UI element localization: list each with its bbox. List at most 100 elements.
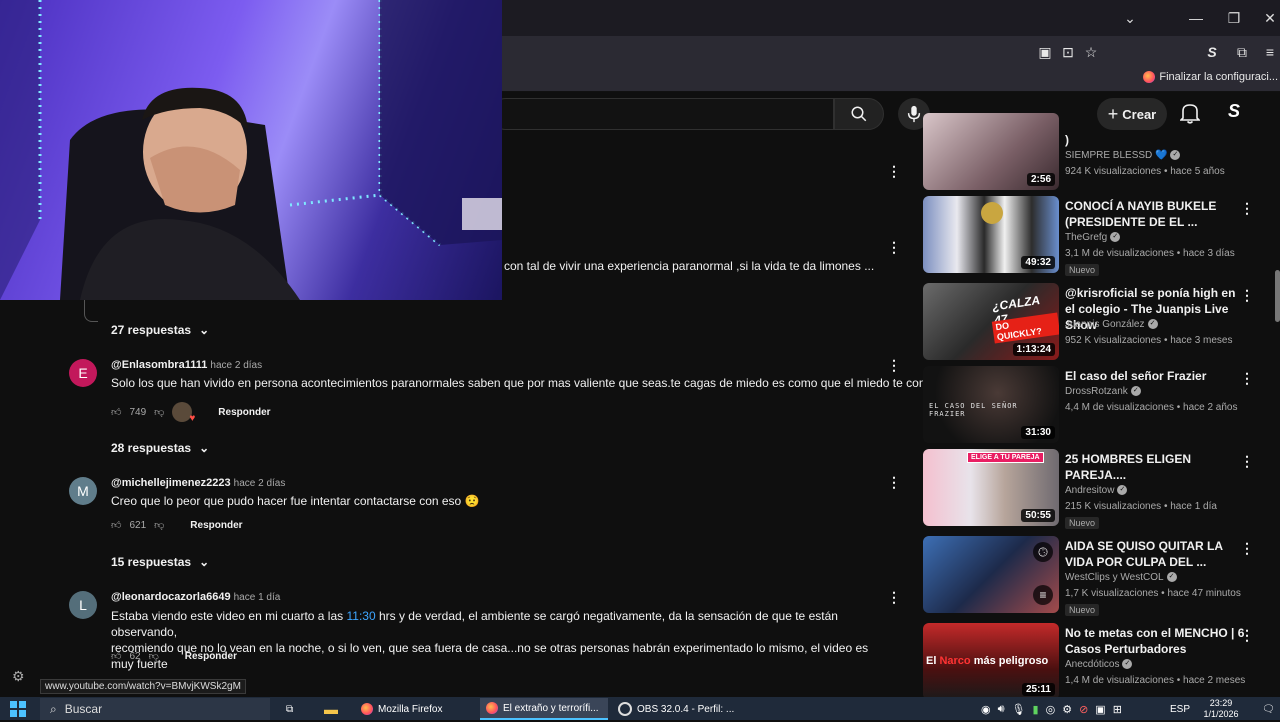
location-icon[interactable]: ◉ [981, 703, 991, 716]
like-icon[interactable]: 👍︎ [111, 519, 121, 531]
sidebar-video-3[interactable]: ¿CALZA 47, DO QUICKLY? 1:13:24 @krisrofi… [923, 283, 1263, 363]
comment-time[interactable]: hace 2 días [210, 360, 262, 371]
sidebar-video-7[interactable]: El Narco más peligroso 25:11 No te metas… [923, 623, 1263, 697]
video-title[interactable]: No te metas con el MENCHO | 6 Casos Pert… [1065, 625, 1245, 657]
comment-time[interactable]: hace 1 día [234, 592, 281, 603]
like-icon[interactable]: 👍︎ [111, 406, 121, 418]
video-title[interactable]: ) [1065, 132, 1245, 148]
video-title[interactable]: AIDA SE QUISO QUITAR LA VIDA POR CULPA D… [1065, 538, 1245, 570]
sidebar-video-5[interactable]: ELIGE A TU PAREJA 50:55 25 HOMBRES ELIGE… [923, 449, 1263, 529]
network-icon[interactable]: ⊞ [1113, 703, 1122, 716]
video-channel[interactable]: DrossRotzank ✓ [1065, 386, 1141, 397]
save-to-pocket-icon[interactable]: ⊡ [1058, 42, 1078, 62]
minimize-button[interactable]: — [1186, 8, 1206, 28]
video-menu-icon[interactable]: ⋮ [1239, 540, 1255, 556]
avatar[interactable]: E [69, 359, 97, 387]
video-title[interactable]: El caso del señor Frazier [1065, 368, 1245, 384]
video-channel[interactable]: Anecdóticos ✓ [1065, 659, 1133, 670]
tray-app-icon[interactable]: ▣ [1095, 703, 1105, 716]
video-channel[interactable]: WestClips y WestCOL ✓ [1065, 572, 1177, 583]
sidebar-video-6[interactable]: 🕓︎ ≡ AIDA SE QUISO QUITAR LA VIDA POR CU… [923, 536, 1263, 616]
video-thumbnail[interactable]: El Narco más peligroso 25:11 [923, 623, 1059, 697]
video-menu-icon[interactable]: ⋮ [1239, 287, 1255, 303]
comment-menu-icon[interactable]: ⋮ [886, 474, 902, 490]
channel-name[interactable]: WestClips y WestCOL [1065, 572, 1164, 583]
video-title[interactable]: CONOCÍ A NAYIB BUKELE (PRESIDENTE DE EL … [1065, 198, 1245, 230]
search-button[interactable] [834, 98, 884, 130]
extensions-puzzle-icon[interactable]: ⧉ [1232, 42, 1252, 62]
windows-start-icon[interactable] [10, 701, 26, 717]
author-name[interactable]: @leonardocazorla6649 [111, 591, 231, 603]
search-input[interactable] [490, 98, 834, 130]
replies-toggle-2[interactable]: 28 respuestas ⌄ [111, 441, 209, 455]
taskbar-obs[interactable]: OBS 32.0.4 - Perfil: ... [612, 698, 740, 720]
extension-s-icon[interactable]: S [1202, 42, 1222, 62]
video-thumbnail[interactable]: EL CASO DEL SEÑOR FRAZIER 31:30 [923, 366, 1059, 443]
channel-name[interactable]: Anecdóticos [1065, 659, 1119, 670]
volume-icon[interactable]: 🔊︎ [998, 703, 1005, 716]
file-explorer-icon[interactable]: ▬ [318, 698, 344, 720]
taskbar-clock[interactable]: 23:29 1/1/2026 [1198, 698, 1244, 720]
bookmark-finalizar[interactable]: Finalizar la configuraci... [1143, 71, 1278, 83]
dislike-icon[interactable]: 👎︎ [154, 406, 164, 418]
task-view-icon[interactable]: ⧉ [280, 698, 299, 720]
taskbar-youtube-tab[interactable]: El extraño y terrorífi... [480, 698, 608, 720]
menu-hamburger-icon[interactable]: ≡ [1260, 42, 1280, 62]
scrollbar-thumb[interactable] [1275, 270, 1280, 322]
comment-menu-icon[interactable]: ⋮ [886, 239, 902, 255]
sidebar-video-4[interactable]: EL CASO DEL SEÑOR FRAZIER 31:30 El caso … [923, 366, 1263, 446]
video-menu-icon[interactable]: ⋮ [1239, 627, 1255, 643]
channel-name[interactable]: Juanpis González [1065, 319, 1145, 330]
video-menu-icon[interactable]: ⋮ [1239, 200, 1255, 216]
channel-name[interactable]: DrossRotzank [1065, 386, 1128, 397]
tray-app-icon[interactable]: ⊘ [1079, 703, 1088, 716]
taskbar-firefox[interactable]: Mozilla Firefox [355, 698, 448, 720]
reply-button[interactable]: Responder [185, 651, 237, 662]
comment-author[interactable]: @Enlasombra1111 hace 2 días [111, 359, 262, 371]
video-thumbnail[interactable]: ELIGE A TU PAREJA 50:55 [923, 449, 1059, 526]
bookmark-star-icon[interactable]: ☆ [1081, 42, 1101, 62]
avatar[interactable]: L [69, 591, 97, 619]
reply-button[interactable]: Responder [190, 520, 242, 531]
microphone-tray-icon[interactable]: 🎙︎ [1012, 703, 1026, 716]
video-channel[interactable]: SIEMPRE BLESSD 💙 ✓ [1065, 150, 1181, 161]
picture-in-picture-icon[interactable]: ▣ [1035, 42, 1055, 62]
comment-author[interactable]: @michellejimenez2223 hace 2 días [111, 477, 285, 489]
taskbar-search[interactable]: ⌕ Buscar [40, 698, 270, 720]
replies-toggle-1[interactable]: 27 respuestas ⌄ [111, 323, 209, 337]
create-button[interactable]: + Crear [1097, 98, 1167, 130]
video-channel[interactable]: Andresitow ✓ [1065, 485, 1128, 496]
restore-button[interactable]: ❐ [1224, 8, 1244, 28]
video-thumbnail[interactable]: 2:56 [923, 113, 1059, 190]
settings-gear-icon[interactable]: ⚙ [12, 668, 25, 685]
nvidia-icon[interactable]: ▮ [1033, 703, 1039, 716]
dislike-icon[interactable]: 👎︎ [149, 650, 159, 662]
notifications-button[interactable] [1179, 102, 1204, 126]
comment-menu-icon[interactable]: ⋮ [886, 163, 902, 179]
comment-author[interactable]: @leonardocazorla6649 hace 1 día [111, 591, 280, 603]
sidebar-video-1[interactable]: 2:56 ) SIEMPRE BLESSD 💙 ✓ 924 K visualiza… [923, 113, 1263, 190]
video-channel[interactable]: TheGrefg ✓ [1065, 232, 1121, 243]
timestamp-link[interactable]: 11:30 [346, 609, 375, 623]
video-channel[interactable]: Juanpis González ✓ [1065, 319, 1158, 330]
watch-later-icon[interactable]: 🕓︎ [1033, 542, 1053, 562]
add-to-queue-icon[interactable]: ≡ [1033, 585, 1053, 605]
author-name[interactable]: @michellejimenez2223 [111, 477, 231, 489]
tab-list-chevron-icon[interactable]: ⌄ [1120, 8, 1140, 28]
comment-time[interactable]: hace 2 días [234, 478, 286, 489]
video-thumbnail[interactable]: 🕓︎ ≡ [923, 536, 1059, 613]
account-s-icon[interactable]: S [1228, 101, 1240, 122]
video-thumbnail[interactable]: 49:32 [923, 196, 1059, 273]
video-menu-icon[interactable]: ⋮ [1239, 370, 1255, 386]
sidebar-video-2[interactable]: 49:32 CONOCÍ A NAYIB BUKELE (PRESIDENTE … [923, 196, 1263, 276]
like-icon[interactable]: 👍︎ [111, 650, 121, 662]
dislike-icon[interactable]: 👎︎ [154, 519, 164, 531]
close-window-button[interactable]: ✕ [1260, 8, 1280, 28]
notifications-icon[interactable]: 🗨︎ [1256, 698, 1280, 720]
video-thumbnail[interactable]: ¿CALZA 47, DO QUICKLY? 1:13:24 [923, 283, 1059, 360]
avatar[interactable]: M [69, 477, 97, 505]
video-menu-icon[interactable]: ⋮ [1239, 453, 1255, 469]
comment-menu-icon[interactable]: ⋮ [886, 589, 902, 605]
video-title[interactable]: 25 HOMBRES ELIGEN PAREJA.... [1065, 451, 1245, 483]
channel-name[interactable]: SIEMPRE BLESSD 💙 [1065, 150, 1167, 161]
